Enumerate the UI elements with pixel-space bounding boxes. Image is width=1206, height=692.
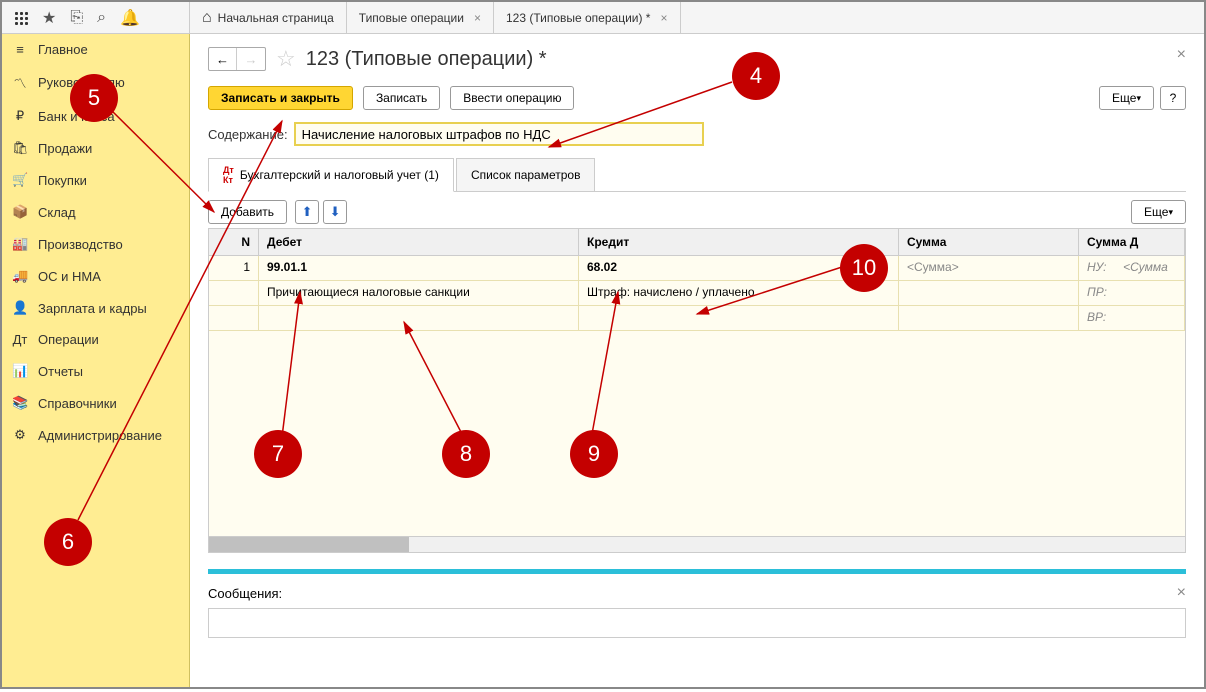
table-row[interactable]: ВР: xyxy=(209,306,1185,331)
box-icon: 📦 xyxy=(12,204,28,220)
sub-tabs: ДтКтБухгалтерский и налоговый учет (1) С… xyxy=(208,158,1186,192)
separator-bar xyxy=(208,569,1186,574)
menu-icon: ≡ xyxy=(12,42,28,57)
favorite-star-icon[interactable]: ☆ xyxy=(276,46,296,72)
tab-accounting[interactable]: ДтКтБухгалтерский и налоговый учет (1) xyxy=(208,158,454,192)
search-icon[interactable]: ⌕ xyxy=(97,9,106,27)
cell-sum[interactable]: <Сумма> xyxy=(899,256,1079,280)
factory-icon: 🏭 xyxy=(12,236,28,252)
table-more-button[interactable]: Еще xyxy=(1131,200,1186,224)
add-button[interactable]: Добавить xyxy=(208,200,287,224)
more-button[interactable]: Еще xyxy=(1099,86,1154,110)
table-row[interactable]: 1 99.01.1 68.02 <Сумма> НУ: <Сумма xyxy=(209,256,1185,281)
save-and-close-button[interactable]: Записать и закрыть xyxy=(208,86,353,110)
copy-icon[interactable]: ⎘ xyxy=(70,9,83,27)
grid: N Дебет Кредит Сумма Сумма Д 1 99.01.1 6… xyxy=(208,228,1186,553)
books-icon: 📚 xyxy=(12,395,28,411)
messages-box xyxy=(208,608,1186,638)
content: × ← → ☆ 123 (Типовые операции) * Записат… xyxy=(190,34,1204,687)
top-toolbar: ★ ⎘ ⌕ 🔔 Начальная страница Типовые опера… xyxy=(2,2,1204,34)
content-header: ← → ☆ 123 (Типовые операции) * xyxy=(208,46,1186,72)
content-label: Содержание: xyxy=(208,127,288,142)
close-page-icon[interactable]: × xyxy=(1177,46,1186,64)
tab-typical-ops[interactable]: Типовые операции× xyxy=(347,2,494,34)
grid-header: N Дебет Кредит Сумма Сумма Д xyxy=(209,229,1185,256)
sidebar-item-assets[interactable]: 🚚ОС и НМА xyxy=(2,260,189,292)
save-button[interactable]: Записать xyxy=(363,86,440,110)
sidebar-item-admin[interactable]: ⚙Администрирование xyxy=(2,419,189,451)
dtkt-icon: ДтКт xyxy=(223,165,234,185)
help-button[interactable]: ? xyxy=(1160,86,1186,110)
sidebar-item-salary[interactable]: 👤Зарплата и кадры xyxy=(2,292,189,324)
sidebar: ≡Главное 〽Руководителю ₽Банк и касса 🛍Пр… xyxy=(2,34,190,687)
top-icon-bar: ★ ⎘ ⌕ 🔔 xyxy=(2,2,190,34)
cell-pr[interactable]: ПР: xyxy=(1079,281,1185,305)
col-sum-d[interactable]: Сумма Д xyxy=(1079,229,1185,255)
back-button[interactable]: ← xyxy=(209,48,237,70)
truck-icon: 🚚 xyxy=(12,268,28,284)
col-debit[interactable]: Дебет xyxy=(259,229,579,255)
tab-123[interactable]: 123 (Типовые операции) *× xyxy=(494,2,681,34)
ruble-icon: ₽ xyxy=(12,108,28,124)
sidebar-item-sales[interactable]: 🛍Продажи xyxy=(2,132,189,164)
move-up-button[interactable]: ⬆ xyxy=(295,200,319,224)
sidebar-item-manager[interactable]: 〽Руководителю xyxy=(2,65,189,100)
cell-debit-desc[interactable]: Причитающиеся налоговые санкции xyxy=(259,281,579,305)
dtkt-icon: Дт xyxy=(12,332,28,347)
page-title: 123 (Типовые операции) * xyxy=(306,48,547,71)
sidebar-item-main[interactable]: ≡Главное xyxy=(2,34,189,65)
horizontal-scrollbar[interactable] xyxy=(209,536,1185,552)
cell-nu[interactable]: НУ: <Сумма xyxy=(1079,256,1185,280)
nav-buttons: ← → xyxy=(208,47,266,71)
col-n[interactable]: N xyxy=(209,229,259,255)
apps-icon[interactable] xyxy=(14,11,28,25)
sidebar-item-operations[interactable]: ДтОперации xyxy=(2,324,189,355)
chart-icon: 〽 xyxy=(12,73,28,92)
close-icon[interactable]: × xyxy=(660,11,667,25)
content-input[interactable] xyxy=(294,122,704,146)
gear-icon: ⚙ xyxy=(12,427,28,443)
content-field-row: Содержание: xyxy=(208,122,1186,146)
tab-params[interactable]: Список параметров xyxy=(456,158,596,191)
sidebar-item-directories[interactable]: 📚Справочники xyxy=(2,387,189,419)
cell-debit-acc[interactable]: 99.01.1 xyxy=(259,256,579,280)
col-credit[interactable]: Кредит xyxy=(579,229,899,255)
grid-body[interactable]: 1 99.01.1 68.02 <Сумма> НУ: <Сумма Причи… xyxy=(209,256,1185,536)
move-down-button[interactable]: ⬇ xyxy=(323,200,347,224)
sidebar-item-warehouse[interactable]: 📦Склад xyxy=(2,196,189,228)
cell-credit-desc[interactable]: Штраф: начислено / уплачено xyxy=(579,281,899,305)
close-icon[interactable]: × xyxy=(474,11,481,25)
action-bar: Записать и закрыть Записать Ввести опера… xyxy=(208,86,1186,110)
forward-button[interactable]: → xyxy=(237,48,265,70)
sidebar-item-purchases[interactable]: 🛒Покупки xyxy=(2,164,189,196)
bell-icon[interactable]: 🔔 xyxy=(120,8,140,28)
cell-n[interactable]: 1 xyxy=(209,256,259,280)
enter-operation-button[interactable]: Ввести операцию xyxy=(450,86,574,110)
messages-label: Сообщения: xyxy=(208,586,282,601)
cart-icon: 🛒 xyxy=(12,172,28,188)
tab-home[interactable]: Начальная страница xyxy=(190,2,347,34)
cell-vr[interactable]: ВР: xyxy=(1079,306,1185,330)
sidebar-item-reports[interactable]: 📊Отчеты xyxy=(2,355,189,387)
person-icon: 👤 xyxy=(12,300,28,316)
barchart-icon: 📊 xyxy=(12,363,28,379)
col-sum[interactable]: Сумма xyxy=(899,229,1079,255)
star-icon[interactable]: ★ xyxy=(42,8,56,28)
table-row[interactable]: Причитающиеся налоговые санкции Штраф: н… xyxy=(209,281,1185,306)
bag-icon: 🛍 xyxy=(12,140,28,156)
sidebar-item-production[interactable]: 🏭Производство xyxy=(2,228,189,260)
cell-credit-acc[interactable]: 68.02 xyxy=(579,256,899,280)
tabs: Начальная страница Типовые операции× 123… xyxy=(190,2,681,34)
messages-close-icon[interactable]: × xyxy=(1177,584,1186,602)
messages-header: Сообщения: × xyxy=(208,584,1186,602)
sidebar-item-bank[interactable]: ₽Банк и касса xyxy=(2,100,189,132)
table-toolbar: Добавить ⬆ ⬇ Еще xyxy=(208,200,1186,224)
